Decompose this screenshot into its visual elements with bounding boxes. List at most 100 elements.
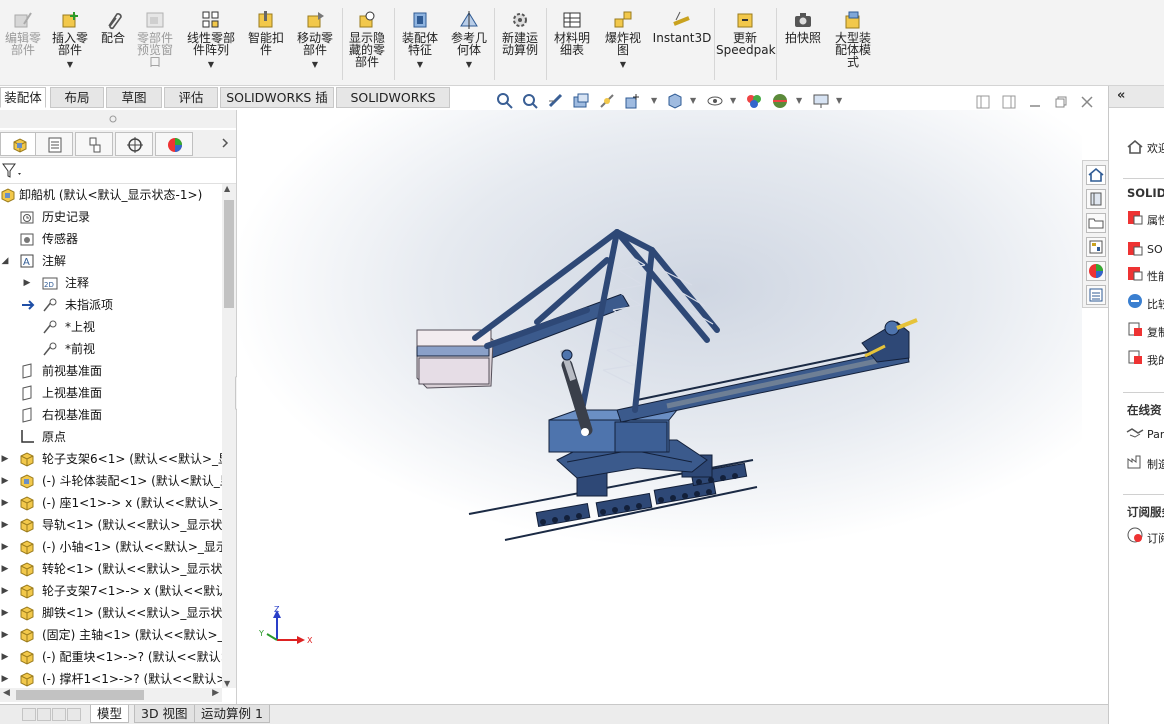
tab-design-library[interactable] (1086, 189, 1106, 209)
resource-link[interactable]: 我的 (1147, 352, 1164, 368)
resource-link[interactable]: 属性 (1147, 212, 1164, 228)
tree-item[interactable]: 原点 (0, 426, 222, 448)
reference-geometry-button[interactable]: 参考几 何体 ▼ (446, 10, 492, 82)
new-motion-study-button[interactable]: 新建运 动算例 (497, 10, 543, 82)
chevron-right-icon[interactable] (220, 137, 230, 149)
tab-appearances[interactable] (1086, 261, 1106, 281)
tree-component-row[interactable]: ▶ (-) 斗轮体装配<1> (默认<默认_显示 (0, 470, 222, 492)
double-chevron-left-icon[interactable]: « (1117, 88, 1125, 103)
tab-file-explorer[interactable] (1086, 213, 1106, 233)
tree-item[interactable]: 传感器 (0, 228, 222, 250)
tree-component-row[interactable]: ▶ 转轮<1> (默认<<默认>_显示状态 (0, 558, 222, 580)
tree-item[interactable]: 历史记录 (0, 206, 222, 228)
mate-button[interactable]: 配合 (96, 10, 130, 82)
tab-dimxpert-manager[interactable] (115, 132, 153, 156)
zoom-to-area-icon[interactable] (521, 92, 539, 110)
tree-vertical-scrollbar[interactable]: ▲ ▼ (222, 184, 236, 688)
tab-model[interactable]: 模型 (90, 705, 130, 723)
display-style-icon[interactable] (666, 92, 684, 110)
panel-pin-dot-icon[interactable] (109, 115, 117, 123)
next-tab-nav-icon[interactable] (52, 708, 66, 721)
expand-arrow-icon[interactable]: ▶ (0, 580, 10, 602)
dynamic-annotation-icon[interactable] (598, 92, 616, 110)
scrollbar-thumb[interactable] (16, 690, 144, 700)
first-tab-nav-icon[interactable] (22, 708, 36, 721)
exploded-view-button[interactable]: 爆炸视 图 ▼ (600, 10, 646, 82)
resource-link[interactable]: 复制 (1147, 324, 1164, 340)
last-tab-nav-icon[interactable] (67, 708, 81, 721)
tab-configuration-manager[interactable] (75, 132, 113, 156)
previous-view-icon[interactable] (547, 92, 565, 110)
edit-component-button[interactable]: 编辑零 部件 (2, 10, 44, 82)
tree-component-row[interactable]: ▶ (-) 配重块<1>->? (默认<<默认>_ (0, 646, 222, 668)
assembly-features-button[interactable]: 装配体 特征 ▼ (397, 10, 443, 82)
subscription-link[interactable]: 订阅 (1147, 530, 1164, 546)
expand-arrow-icon[interactable]: ▶ (0, 470, 10, 492)
tree-root-assembly[interactable]: 卸船机 (默认<默认_显示状态-1>) (0, 184, 222, 206)
smart-fasteners-button[interactable]: 智能扣 件 (244, 10, 288, 82)
scrollbar-thumb[interactable] (224, 200, 234, 308)
hide-show-items-icon[interactable] (706, 92, 724, 110)
tree-item[interactable]: 右视基准面 (0, 404, 222, 426)
welcome-link[interactable]: 欢迎 (1147, 140, 1164, 156)
tab-solidworks-addins[interactable]: SOLIDWORKS 插件 (220, 87, 334, 125)
chevron-down-icon[interactable]: ▼ (690, 96, 696, 105)
instant3d-button[interactable]: Instant3D (652, 10, 712, 82)
chevron-down-icon[interactable]: ▼ (446, 59, 492, 71)
chevron-down-icon[interactable]: ▼ (730, 96, 736, 105)
chevron-down-icon[interactable]: ▼ (836, 96, 842, 105)
minimize-icon[interactable] (1028, 95, 1042, 109)
tab-solidworks-mbd[interactable]: SOLIDWORKS MBD (336, 87, 450, 125)
view-settings-monitor-icon[interactable] (812, 92, 830, 110)
resource-link[interactable]: SO (1147, 243, 1163, 256)
tree-component-row[interactable]: ▶ 脚铁<1> (默认<<默认>_显示状态 (0, 602, 222, 624)
show-hidden-components-button[interactable]: 显示隐 藏的零 部件 (344, 10, 390, 82)
tab-sketch[interactable]: 草图 (106, 87, 162, 108)
chevron-down-icon[interactable]: ▼ (48, 59, 92, 71)
apply-scene-icon[interactable] (771, 92, 789, 110)
scroll-right-arrow-icon[interactable]: ▶ (212, 688, 219, 698)
bill-of-materials-button[interactable]: 材料明 细表 (549, 10, 595, 82)
tab-layout[interactable]: 布局 (50, 87, 104, 108)
online-link[interactable]: Par (1147, 428, 1164, 441)
scroll-up-arrow-icon[interactable]: ▲ (224, 184, 230, 193)
tab-3d-views[interactable]: 3D 视图 (134, 705, 195, 723)
tree-item[interactable]: 前视基准面 (0, 360, 222, 382)
tree-component-row[interactable]: ▶ 轮子支架7<1>-> x (默认<<默认>_ (0, 580, 222, 602)
expand-arrow-icon[interactable]: ▶ (0, 536, 10, 558)
expand-arrow-icon[interactable]: ▶ (0, 646, 10, 668)
edit-appearance-icon[interactable] (745, 92, 763, 110)
tile-right-icon[interactable] (1002, 95, 1016, 109)
tab-property-manager[interactable] (35, 132, 73, 156)
tree-component-row[interactable]: ▶ (-) 座1<1>-> x (默认<<默认>_显示 (0, 492, 222, 514)
expand-arrow-icon[interactable]: ▶ (0, 448, 10, 470)
expand-arrow-icon[interactable]: ▶ (0, 624, 10, 646)
online-link[interactable]: 制造 (1147, 456, 1164, 472)
tree-item[interactable]: ◢ A 注解 (0, 250, 222, 272)
linear-pattern-button[interactable]: 线性零部 件阵列 ▼ (182, 10, 240, 82)
ship-unloader-3d-model[interactable] (237, 110, 1082, 704)
tree-horizontal-scrollbar[interactable]: ◀ ▶ (0, 688, 222, 702)
scroll-left-arrow-icon[interactable]: ◀ (3, 688, 10, 698)
expand-arrow-icon[interactable]: ▶ (0, 558, 10, 580)
restore-icon[interactable] (1054, 95, 1068, 109)
tab-motion-study-1[interactable]: 运动算例 1 (194, 705, 270, 723)
chevron-down-icon[interactable]: ▼ (397, 59, 443, 71)
view-orientation-icon[interactable] (624, 92, 642, 110)
tree-component-row[interactable]: ▶ 导轨<1> (默认<<默认>_显示状态 (0, 514, 222, 536)
section-view-icon[interactable] (572, 92, 590, 110)
expand-arrow-icon[interactable]: ▶ (0, 514, 10, 536)
take-snapshot-button[interactable]: 拍快照 (780, 10, 826, 82)
prev-tab-nav-icon[interactable] (37, 708, 51, 721)
filter-funnel-icon[interactable] (2, 163, 24, 179)
tree-item[interactable]: 上视基准面 (0, 382, 222, 404)
close-icon[interactable] (1080, 95, 1094, 109)
resource-link[interactable]: 性能 (1147, 268, 1164, 284)
tab-evaluate[interactable]: 评估 (164, 87, 218, 108)
resource-link[interactable]: 比较 (1147, 296, 1164, 312)
chevron-down-icon[interactable]: ▼ (600, 59, 646, 71)
tree-item[interactable]: *上视 (0, 316, 222, 338)
tree-component-row[interactable]: ▶ (-) 小轴<1> (默认<<默认>_显示状态 (0, 536, 222, 558)
tab-view-palette[interactable] (1086, 237, 1106, 257)
tree-item[interactable]: 未指派项 (0, 294, 222, 316)
